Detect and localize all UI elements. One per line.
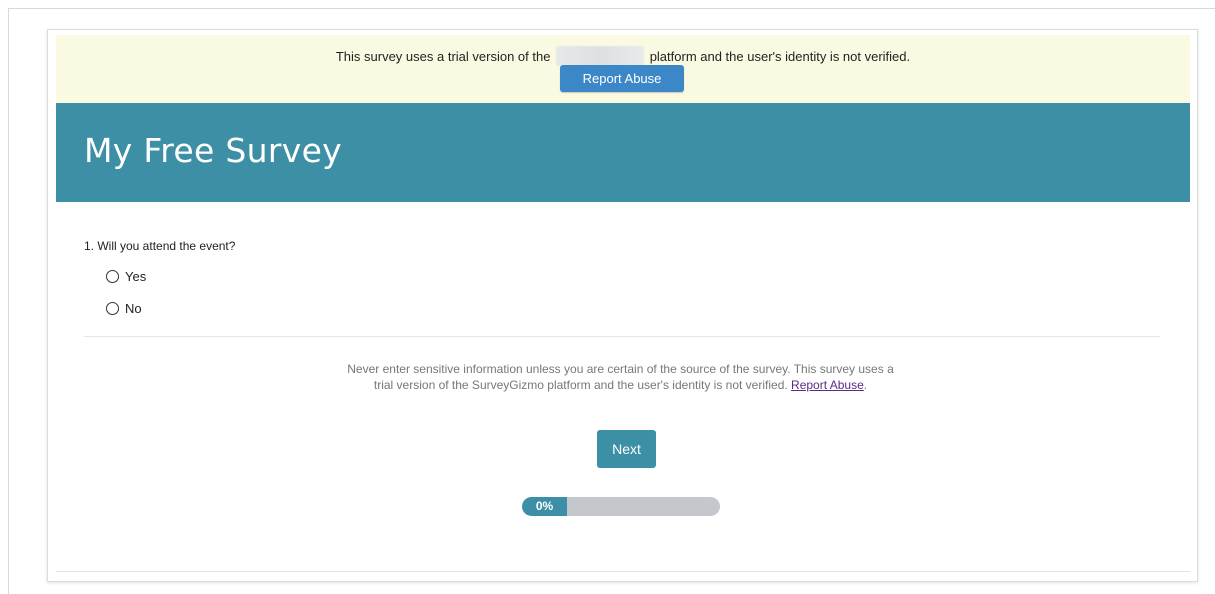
radio-button-yes[interactable] <box>106 269 119 283</box>
trial-banner: This survey uses a trial version of the … <box>56 35 1190 103</box>
report-abuse-link[interactable]: Report Abuse <box>791 378 864 392</box>
disclaimer-period: . <box>863 378 868 392</box>
progress-bar: 0% <box>522 497 720 516</box>
survey-title: My Free Survey <box>84 131 343 170</box>
trial-notice-text-end: platform and the user's identity is not … <box>649 49 911 64</box>
option-no-label[interactable]: No <box>125 301 142 316</box>
survey-card: This survey uses a trial version of the … <box>47 29 1198 582</box>
security-disclaimer: Never enter sensitive information unless… <box>338 361 903 393</box>
trial-notice: This survey uses a trial version of the … <box>56 46 1190 66</box>
option-yes-label[interactable]: Yes <box>125 269 146 284</box>
question-block: 1. Will you attend the event? Yes No <box>84 239 1164 330</box>
option-yes[interactable]: Yes <box>106 266 1164 286</box>
radio-button-no[interactable] <box>106 301 119 315</box>
report-abuse-button[interactable]: Report Abuse <box>560 65 684 92</box>
progress-fill: 0% <box>522 497 567 516</box>
question-text: 1. Will you attend the event? <box>84 239 236 253</box>
trial-notice-text-start: This survey uses a trial version of the <box>335 49 551 64</box>
redacted-platform-name <box>556 46 645 66</box>
progress-label: 0% <box>535 499 554 513</box>
option-no[interactable]: No <box>106 298 1164 318</box>
footer-divider <box>56 571 1190 572</box>
survey-header: My Free Survey <box>56 103 1190 202</box>
next-button[interactable]: Next <box>597 430 656 468</box>
section-divider <box>84 336 1160 337</box>
